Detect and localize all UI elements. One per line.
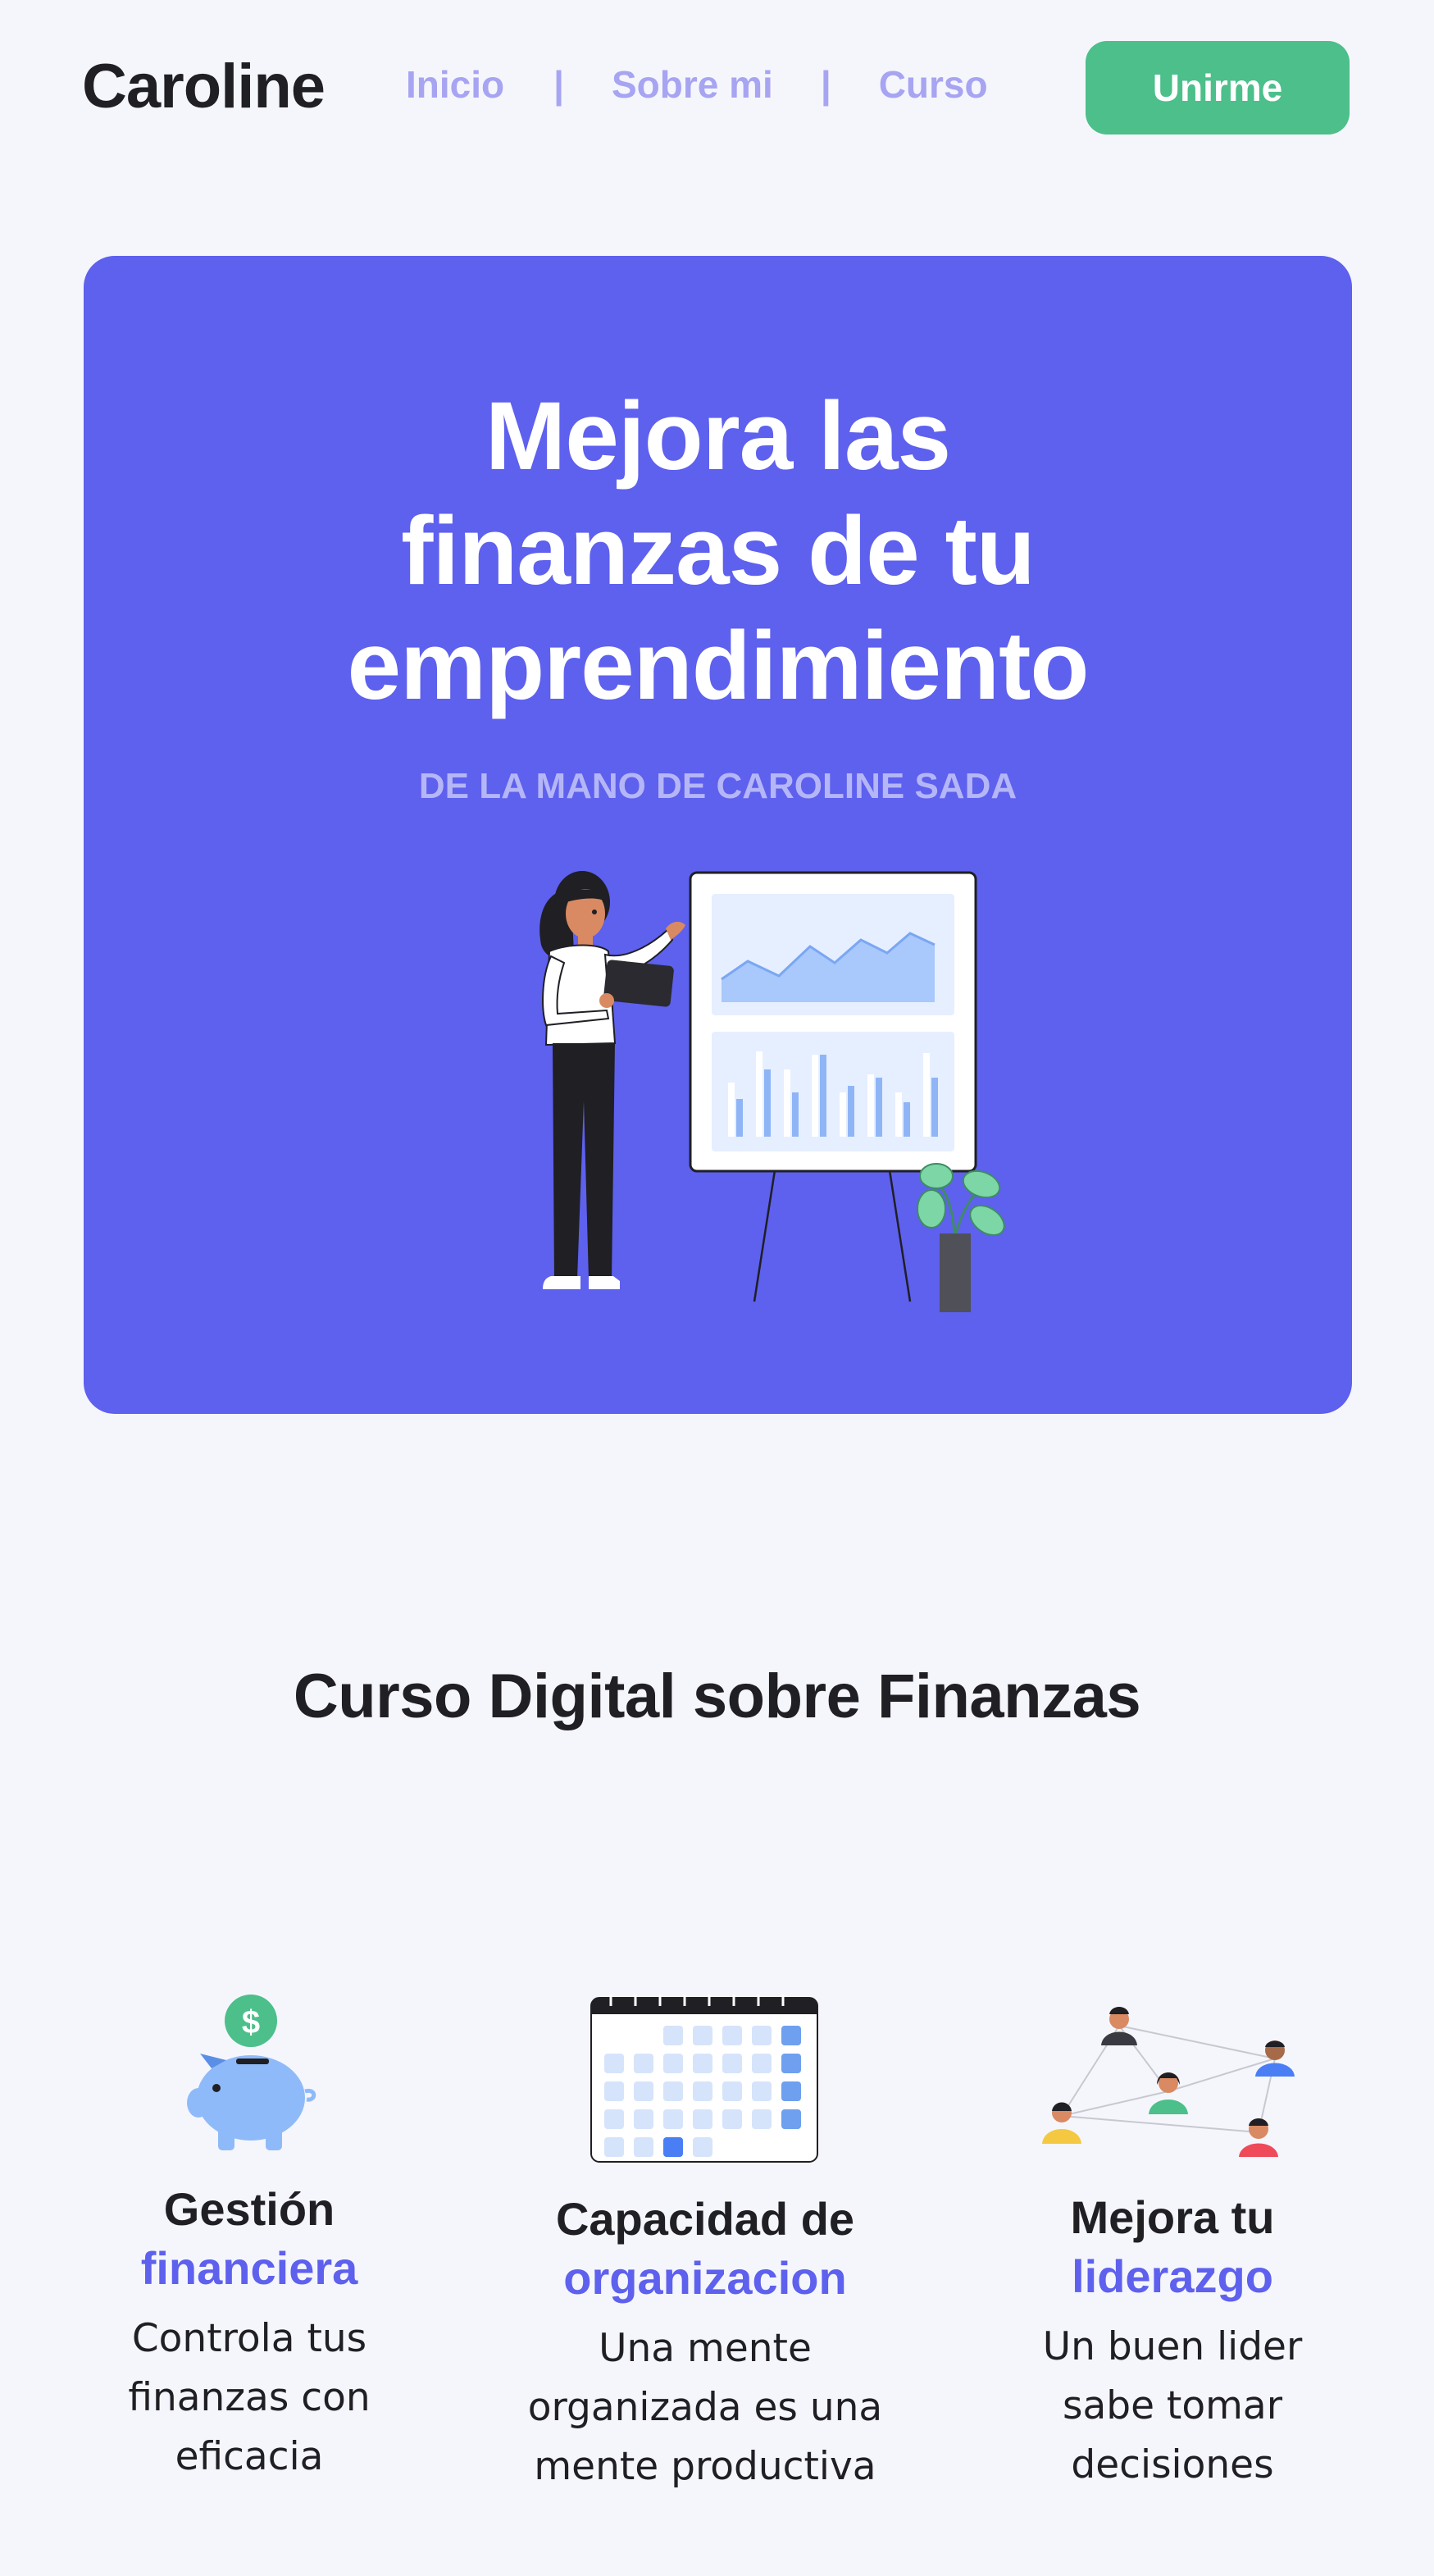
feature-heading: Capacidad de organizacion xyxy=(500,2190,910,2308)
feature-heading-text: Capacidad de xyxy=(555,2193,855,2245)
feature-heading-text: Gestión xyxy=(163,2183,335,2235)
svg-text:$: $ xyxy=(242,2004,260,2040)
team-network-icon xyxy=(1042,2007,1295,2157)
feature-description-line: eficacia xyxy=(175,2434,324,2479)
feature-card-financiera: $ Gestión financiera Controla tus finanz… xyxy=(85,1993,413,2487)
presenter-illustration xyxy=(539,871,1005,1312)
nav-separator: | xyxy=(820,63,831,106)
feature-description-line: mente productiva xyxy=(534,2444,876,2489)
piggy-bank-icon: $ xyxy=(187,1995,316,2150)
feature-description: Controla tus finanzas con eficacia xyxy=(85,2309,413,2487)
feature-description-line: Una mente xyxy=(599,2326,812,2371)
hero-title-line: emprendimiento xyxy=(347,612,1090,720)
hero-banner: Mejora las finanzas de tu emprendimiento… xyxy=(84,256,1352,1414)
section-title: Curso Digital sobre Finanzas xyxy=(293,1662,1141,1731)
feature-description-line: Controla tus xyxy=(131,2316,367,2361)
feature-heading: Gestión financiera xyxy=(85,2180,413,2298)
feature-description: Una mente organizada es una mente produc… xyxy=(500,2319,910,2496)
hero-title: Mejora las finanzas de tu emprendimiento xyxy=(84,379,1352,723)
hero-subtitle: DE LA MANO DE CAROLINE SADA xyxy=(418,766,1017,806)
feature-description-line: decisiones xyxy=(1071,2442,1274,2487)
site-header: Caroline Inicio | Sobre mi | Curso Unirm… xyxy=(0,0,1434,176)
feature-heading-accent: organizacion xyxy=(563,2252,847,2304)
feature-card-organizacion: Capacidad de organizacion Una mente orga… xyxy=(500,1993,910,2496)
nav-link-sobre-mi[interactable]: Sobre mi xyxy=(612,62,773,107)
feature-description-line: finanzas con xyxy=(128,2375,371,2420)
nav-link-inicio[interactable]: Inicio xyxy=(406,62,504,107)
join-button[interactable]: Unirme xyxy=(1086,41,1350,134)
feature-description-line: Un buen lider xyxy=(1042,2324,1303,2369)
feature-heading-text: Mejora tu xyxy=(1070,2191,1275,2243)
hero-title-line: finanzas de tu xyxy=(401,497,1036,605)
feature-heading-accent: financiera xyxy=(140,2242,358,2294)
feature-heading-accent: liderazgo xyxy=(1072,2250,1273,2302)
feature-description-line: sabe tomar xyxy=(1062,2383,1283,2428)
nav-separator: | xyxy=(553,63,564,106)
feature-description: Un buen lider sabe tomar decisiones xyxy=(1008,2318,1336,2495)
feature-description-line: organizada es una xyxy=(527,2385,883,2430)
feature-heading: Mejora tu liderazgo xyxy=(1008,2188,1336,2306)
calendar-icon xyxy=(590,1995,818,2163)
hero-title-line: Mejora las xyxy=(485,382,951,490)
nav-link-curso[interactable]: Curso xyxy=(879,62,988,107)
brand-logo[interactable]: Caroline xyxy=(82,51,325,122)
feature-card-liderazgo: Mejora tu liderazgo Un buen lider sabe t… xyxy=(1008,1993,1336,2495)
main-nav: Inicio | Sobre mi | Curso xyxy=(406,62,988,107)
